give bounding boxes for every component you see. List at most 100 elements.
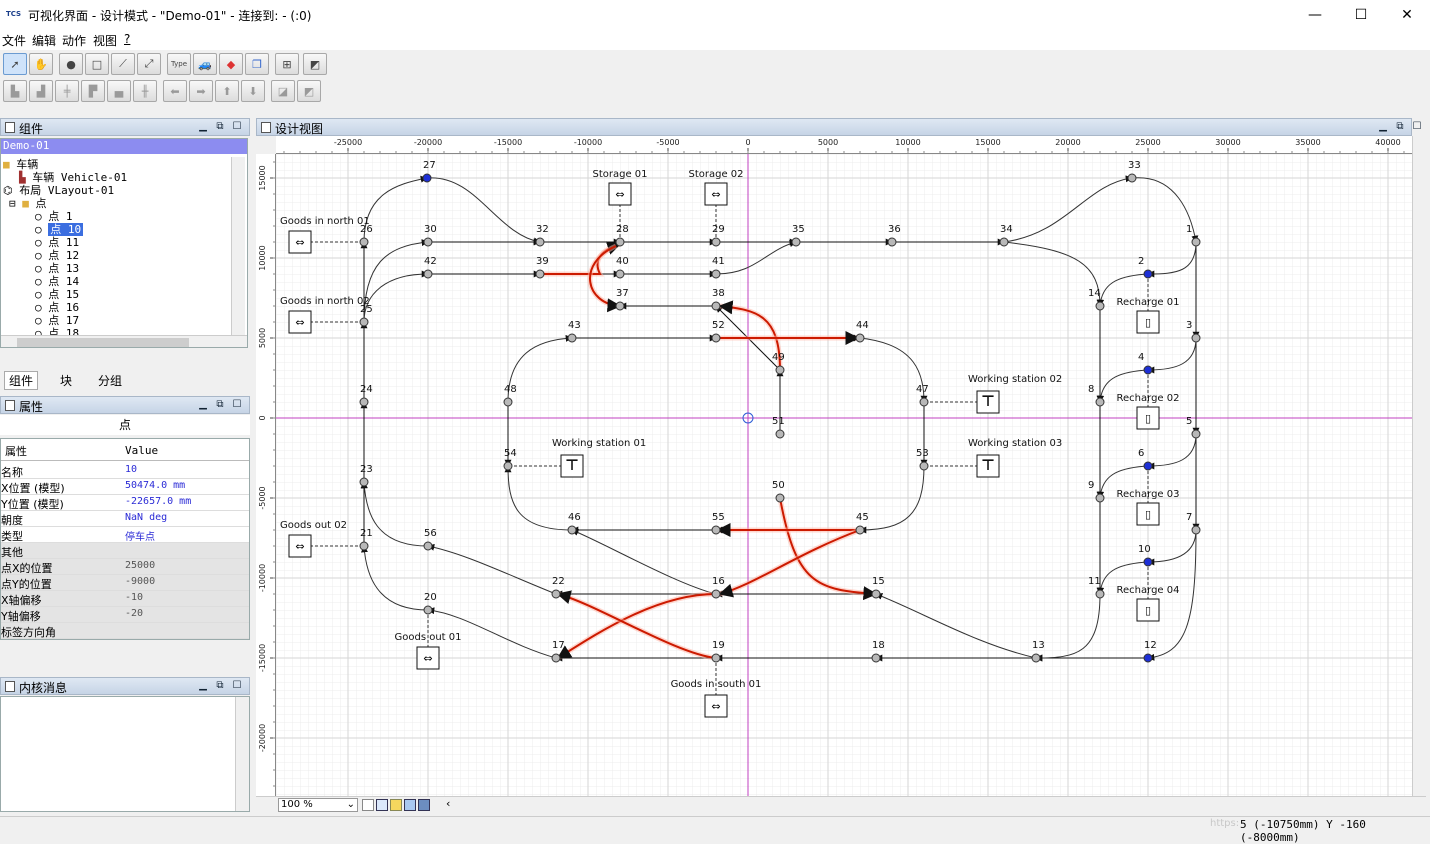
- align-left-button[interactable]: ▙: [3, 80, 27, 102]
- property-row[interactable]: 标签方向角: [1, 623, 249, 639]
- tab-components[interactable]: 组件: [4, 371, 39, 390]
- move-left-button[interactable]: ⬅: [163, 80, 187, 102]
- pan-tool-button[interactable]: ✋: [29, 53, 53, 75]
- align-right-button[interactable]: ▟: [29, 80, 53, 102]
- panel-minimize-button[interactable]: ▁: [197, 399, 209, 411]
- point-label: 46: [568, 512, 581, 523]
- minimize-button[interactable]: —: [1292, 0, 1338, 30]
- point-label: 2: [1138, 256, 1144, 267]
- ruler-y-label: 5000: [258, 328, 267, 348]
- recharge-icon: ▯: [1145, 604, 1151, 617]
- property-value[interactable]: 停车点: [125, 528, 155, 543]
- zoom-out-button[interactable]: ◩: [303, 53, 327, 75]
- grid-toggle-icon[interactable]: [362, 799, 374, 811]
- close-button[interactable]: ✕: [1384, 0, 1430, 30]
- menu-edit[interactable]: 编辑: [32, 32, 56, 49]
- send-back-button[interactable]: ◩: [297, 80, 321, 102]
- location-type-button[interactable]: Type: [167, 53, 191, 75]
- labels-toggle-icon[interactable]: [390, 799, 402, 811]
- components-panel-header: 组件 ▁ ⧉ ☐: [0, 118, 250, 136]
- point-icon: [423, 269, 433, 279]
- property-value[interactable]: 25000: [125, 560, 155, 571]
- tree-model-root[interactable]: Demo-01: [1, 139, 247, 154]
- move-right-button[interactable]: ➡: [189, 80, 213, 102]
- ruler-x-label: 30000: [1215, 138, 1240, 147]
- canvas-vertical-scrollbar[interactable]: [1412, 136, 1426, 796]
- align-center-h-button[interactable]: ╪: [55, 80, 79, 102]
- vehicle-button[interactable]: 🚙: [193, 53, 217, 75]
- property-value[interactable]: -10: [125, 592, 143, 603]
- create-path-button[interactable]: ⟋: [111, 53, 135, 75]
- point-icon: [423, 541, 433, 551]
- property-row[interactable]: X位置 (模型) 50474.0 mm: [1, 479, 249, 495]
- point-icon: [359, 237, 369, 247]
- design-canvas[interactable]: ⇔ Goods in north 01 ⇔ Goods in north 02 ⇔ Sto…: [276, 154, 1412, 796]
- property-row[interactable]: 点Y的位置 -9000: [1, 575, 249, 591]
- property-value[interactable]: -20: [125, 608, 143, 619]
- maximize-button[interactable]: ☐: [1338, 0, 1384, 30]
- toolbar-top: ➚ ✋ ● □ ⟋ ⤢ Type 🚙 ◆ ❐ ⊞ ◩: [0, 52, 340, 78]
- property-row[interactable]: X轴偏移 -10: [1, 591, 249, 607]
- bring-front-button[interactable]: ◪: [271, 80, 295, 102]
- align-center-v-button[interactable]: ╫: [133, 80, 157, 102]
- menu-help[interactable]: ?: [124, 32, 130, 46]
- point-label: 34: [1000, 224, 1013, 235]
- ruler-y-label: 0: [258, 415, 267, 420]
- create-link-button[interactable]: ⤢: [137, 53, 161, 75]
- tree-vertical-scrollbar[interactable]: [231, 157, 245, 337]
- group-button[interactable]: ❐: [245, 53, 269, 75]
- zoom-select[interactable]: 100 % ⌄: [278, 798, 358, 812]
- tab-groups[interactable]: 分组: [94, 372, 126, 389]
- property-row[interactable]: 类型 停车点: [1, 527, 249, 543]
- panel-float-button[interactable]: ⧉: [214, 680, 226, 692]
- create-point-button[interactable]: ●: [59, 53, 83, 75]
- panel-maximize-button[interactable]: ☐: [231, 399, 243, 411]
- property-row[interactable]: 朝度 NaN deg: [1, 511, 249, 527]
- panel-float-button[interactable]: ⧉: [1394, 121, 1406, 133]
- point-label: 9: [1088, 480, 1094, 491]
- kernel-scrollbar[interactable]: [235, 697, 249, 811]
- move-up-button[interactable]: ⬆: [215, 80, 239, 102]
- point-label: 17: [552, 640, 565, 651]
- menu-view[interactable]: 视图: [93, 32, 117, 49]
- property-key: 名称: [1, 466, 23, 479]
- menu-file[interactable]: 文件: [2, 32, 26, 49]
- panel-float-button[interactable]: ⧉: [214, 121, 226, 133]
- block-button[interactable]: ◆: [219, 53, 243, 75]
- panel-minimize-button[interactable]: ▁: [1377, 121, 1389, 133]
- panel-float-button[interactable]: ⧉: [214, 399, 226, 411]
- property-row[interactable]: Y轴偏移 -20: [1, 607, 249, 623]
- blocks-toggle-icon[interactable]: [404, 799, 416, 811]
- snap-grid-icon[interactable]: [376, 799, 388, 811]
- panel-minimize-button[interactable]: ▁: [197, 680, 209, 692]
- path-icon: ⟋: [119, 57, 127, 70]
- panel-maximize-button[interactable]: ☐: [231, 121, 243, 133]
- point-label: 51: [772, 416, 785, 427]
- tree-horizontal-scrollbar[interactable]: [1, 335, 247, 347]
- property-row[interactable]: 名称 10: [1, 463, 249, 479]
- tab-blocks[interactable]: 块: [56, 372, 76, 389]
- point-icon: [871, 653, 881, 663]
- point-label: 27: [423, 160, 436, 171]
- align-top-button[interactable]: ▛: [81, 80, 105, 102]
- panel-maximize-button[interactable]: ☐: [231, 680, 243, 692]
- create-location-button[interactable]: □: [85, 53, 109, 75]
- property-value[interactable]: 10: [125, 464, 137, 475]
- menu-action[interactable]: 动作: [62, 32, 86, 49]
- tools-toggle-icon[interactable]: [418, 799, 430, 811]
- zoom-in-button[interactable]: ⊞: [275, 53, 299, 75]
- panel-maximize-button[interactable]: ☐: [1411, 121, 1423, 133]
- property-value[interactable]: NaN deg: [125, 512, 167, 523]
- property-value[interactable]: -22657.0 mm: [125, 496, 191, 507]
- property-row[interactable]: 点X的位置 25000: [1, 559, 249, 575]
- scroll-left-icon[interactable]: ‹: [446, 797, 450, 810]
- property-row[interactable]: Y位置 (模型) -22657.0 mm: [1, 495, 249, 511]
- property-row[interactable]: 其他: [1, 543, 249, 559]
- panel-minimize-button[interactable]: ▁: [197, 121, 209, 133]
- select-tool-button[interactable]: ➚: [3, 53, 27, 75]
- align-bottom-button[interactable]: ▄: [107, 80, 131, 102]
- toolbar-align: ▙ ▟ ╪ ▛ ▄ ╫ ⬅ ➡ ⬆ ⬇ ◪ ◩: [0, 79, 340, 105]
- property-value[interactable]: -9000: [125, 576, 155, 587]
- property-value[interactable]: 50474.0 mm: [125, 480, 185, 491]
- move-down-button[interactable]: ⬇: [241, 80, 265, 102]
